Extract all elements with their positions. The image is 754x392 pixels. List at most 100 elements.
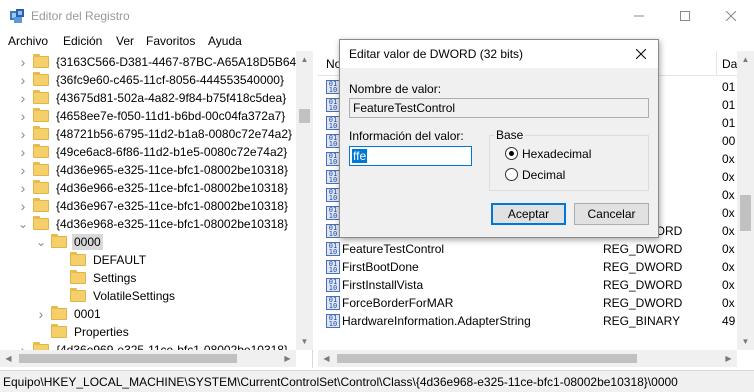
binary-value-icon: 01 10 [326,278,340,292]
value-row[interactable]: 01 10 ForceBorderForMAR REG_DWORD 0x [318,294,754,313]
tree-item-label: {3163C566-D381-4467-87BC-A65A18D5B649} [56,55,307,69]
folder-icon [33,90,49,104]
minimize-button[interactable] [616,0,662,31]
expand-arrow-icon[interactable]: › [18,107,28,125]
scroll-up-icon[interactable]: ▲ [737,51,754,68]
value-type: REG_DWORD [603,278,683,292]
value-row[interactable]: 01 10 FirstInstallVista REG_DWORD 0x [318,276,754,295]
value-name: FeatureTestControl [342,242,445,256]
value-row[interactable]: 01 10 FirstBootDone REG_DWORD 0x [318,258,754,277]
tree-item[interactable]: › {4658ee7e-f050-11d1-b6bd-00c04fa372a7} [18,107,287,125]
folder-icon [51,234,67,248]
expand-arrow-icon[interactable]: › [18,89,28,107]
expand-arrow-icon[interactable]: › [18,143,28,161]
close-button[interactable] [708,0,754,31]
tree-item[interactable]: › {36fc9e60-c465-11cf-8056-444553540000} [18,71,286,89]
tree-horizontal-scrollbar[interactable]: ◀ ▶ [0,350,296,367]
scroll-down-icon[interactable]: ▼ [296,333,313,350]
menu-archivo[interactable]: Archivo [8,34,48,48]
tree-item[interactable]: ⌄ {4d36e968-e325-11ce-bfc1-08002be10318} [18,215,290,233]
tree-vertical-scrollbar[interactable]: ▲ ▼ [296,51,313,350]
radio-decimal-label[interactable]: Decimal [522,168,565,182]
tree-item[interactable]: DEFAULT [55,251,148,269]
folder-icon [33,180,49,194]
folder-icon [70,288,86,302]
tree-item[interactable]: › {48721b56-6795-11d2-b1a8-0080c72e74a2} [18,125,294,143]
tree-item[interactable]: ⌄ 0000 [36,233,103,251]
tree-item-label: {48721b56-6795-11d2-b1a8-0080c72e74a2} [56,127,292,141]
folder-icon [33,198,49,212]
tree-item[interactable]: Properties [36,323,131,341]
tree-item[interactable]: › {49ce6ac8-6f86-11d2-b1e5-0080c72e74a2} [18,143,289,161]
value-row[interactable]: 01 10 HardwareInformation.AdapterString REG… [318,312,754,331]
tree-item[interactable]: Settings [55,269,138,287]
value-name: HardwareInformation.AdapterString [342,314,531,328]
list-scroll-thumb[interactable] [740,195,751,231]
scroll-right-icon[interactable]: ▶ [279,350,296,367]
collapse-arrow-icon[interactable]: ⌄ [36,233,46,251]
scroll-down-icon[interactable]: ▼ [737,333,754,350]
status-path: Equipo\HKEY_LOCAL_MACHINE\SYSTEM\Current… [3,375,678,389]
expand-arrow-icon[interactable]: › [18,179,28,197]
tree-item[interactable]: VolatileSettings [55,287,177,305]
expand-arrow-icon[interactable]: › [18,161,28,179]
scroll-left-icon[interactable]: ◀ [318,350,335,367]
expand-arrow-icon[interactable]: › [18,53,28,71]
expand-arrow-icon[interactable]: › [36,305,46,323]
folder-icon [33,108,49,122]
tree-item[interactable]: › {3163C566-D381-4467-87BC-A65A18D5B649} [18,53,309,71]
binary-value-icon: 01 10 [326,188,340,202]
tree-item-label: {4658ee7e-f050-11d1-b6bd-00c04fa372a7} [56,109,286,123]
expand-arrow-icon[interactable]: › [18,125,28,143]
value-type: REG_DWORD [603,242,683,256]
tree-item-label: {4d36e966-e325-11ce-bfc1-08002be10318} [56,181,288,195]
column-divider[interactable] [716,51,717,76]
tree-item[interactable]: › {4d36e965-e325-11ce-bfc1-08002be10318} [18,161,290,179]
title-bar: Editor del Registro [0,0,754,31]
binary-value-icon: 01 10 [326,224,340,238]
tree-item[interactable]: › 0001 [36,305,103,323]
list-horizontal-scrollbar[interactable]: ◀ ▶ [318,350,737,367]
accept-button[interactable]: Aceptar [491,203,566,225]
folder-icon [33,144,49,158]
scroll-left-icon[interactable]: ◀ [0,350,17,367]
column-data-header[interactable]: Da [722,57,737,71]
scroll-up-icon[interactable]: ▲ [296,51,313,68]
tree-item[interactable]: › {4d36e967-e325-11ce-bfc1-08002be10318} [18,197,290,215]
binary-value-icon: 01 10 [326,260,340,274]
tree-item[interactable]: › {4d36e966-e325-11ce-bfc1-08002be10318} [18,179,290,197]
scroll-right-icon[interactable]: ▶ [720,350,737,367]
expand-arrow-icon[interactable]: › [18,197,28,215]
binary-value-icon: 01 10 [326,206,340,220]
maximize-button[interactable] [662,0,708,31]
tree-item[interactable]: › {43675d81-502a-4a82-9f84-b75f418c5dea} [18,89,288,107]
registry-tree[interactable]: › {3163C566-D381-4467-87BC-A65A18D5B649} ›… [0,51,313,368]
menu-favoritos[interactable]: Favoritos [146,34,195,48]
tree-hscroll-thumb[interactable] [19,354,237,363]
status-bar: Equipo\HKEY_LOCAL_MACHINE\SYSTEM\Current… [0,370,754,392]
radio-decimal[interactable] [505,168,518,181]
maximize-icon [680,10,690,21]
tree-item-label: {4d36e967-e325-11ce-bfc1-08002be10318} [56,199,288,213]
menu-edicion[interactable]: Edición [63,34,102,48]
list-hscroll-thumb[interactable] [337,354,637,363]
window-title: Editor del Registro [31,9,130,23]
list-vertical-scrollbar[interactable]: ▲ ▼ [737,51,754,350]
binary-value-icon: 01 10 [326,134,340,148]
expand-arrow-icon[interactable]: › [18,71,28,89]
menu-ayuda[interactable]: Ayuda [208,34,242,48]
collapse-arrow-icon[interactable]: ⌄ [18,215,28,233]
value-row[interactable]: 01 10 FeatureTestControl REG_DWORD 0x [318,240,754,259]
binary-value-icon: 01 10 [326,170,340,184]
tree-scroll-thumb[interactable] [299,109,310,123]
value-name: FirstInstallVista [342,278,424,292]
dialog-close-button[interactable] [624,40,658,68]
menu-ver[interactable]: Ver [116,34,134,48]
tree-item-label: {4d36e968-e325-11ce-bfc1-08002be10318} [56,217,288,231]
value-data-input[interactable]: ffe [349,146,472,166]
radio-hexadecimal[interactable] [505,147,518,160]
radio-hexadecimal-label[interactable]: Hexadecimal [522,147,591,161]
tree-item-label: {4d36e965-e325-11ce-bfc1-08002be10318} [56,163,288,177]
cancel-button[interactable]: Cancelar [574,203,649,225]
